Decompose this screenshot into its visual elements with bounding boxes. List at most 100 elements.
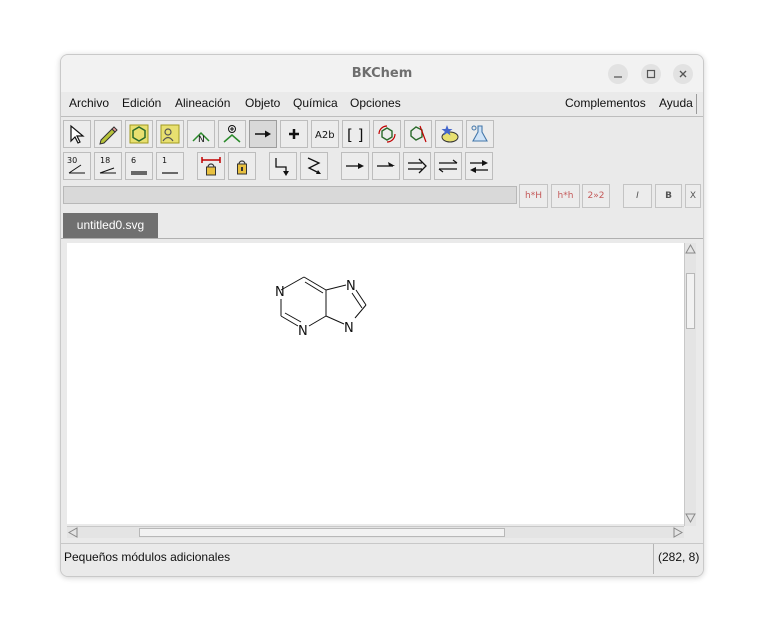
minimize-icon: [614, 76, 622, 78]
lock-width-icon: [201, 157, 221, 176]
menu-archivo[interactable]: Archivo: [69, 96, 109, 110]
bond: [308, 315, 327, 327]
mode-misc-button[interactable]: [466, 120, 494, 148]
menu-objeto[interactable]: Objeto: [245, 96, 280, 110]
mode-mark-button[interactable]: [435, 120, 463, 148]
bond-6-icon: 6: [131, 156, 147, 175]
atom-label: N: [344, 321, 354, 336]
format-hh-button[interactable]: h*h: [551, 184, 580, 208]
bond: [325, 284, 347, 291]
format-22-button[interactable]: 2»2: [582, 184, 610, 208]
bond-6-button[interactable]: 6: [125, 152, 153, 180]
wavy-icon: [307, 157, 321, 174]
status-message: Pequeños módulos adicionales: [64, 550, 231, 564]
rotate-ring-icon: [378, 125, 396, 143]
bond: [351, 292, 363, 309]
mode-bracket-button[interactable]: [ ]: [342, 120, 370, 148]
mirror-icon: [410, 125, 427, 143]
mode-arrow-button[interactable]: [249, 120, 277, 148]
equilibrium-full-button[interactable]: [465, 152, 493, 180]
mode-draw-button[interactable]: [94, 120, 122, 148]
equilibrium-button[interactable]: [434, 152, 462, 180]
horizontal-scroll-thumb[interactable]: [139, 528, 505, 537]
angle-step-button[interactable]: [269, 152, 297, 180]
status-bar: Pequeños módulos adicionales (282, 8): [61, 543, 703, 576]
wavy-button[interactable]: [300, 152, 328, 180]
bkchem-window: BKChem Archivo Edición Alineación Objeto…: [60, 54, 704, 577]
mode-atom-button[interactable]: N: [187, 120, 215, 148]
angle-30-button[interactable]: 30: [63, 152, 91, 180]
mode-template-button[interactable]: [125, 120, 153, 148]
minimize-button[interactable]: [608, 64, 628, 84]
menu-ayuda[interactable]: Ayuda: [659, 96, 693, 110]
angle-18-button[interactable]: 18: [94, 152, 122, 180]
drawing-canvas[interactable]: N N N N: [67, 243, 684, 524]
menu-separator: [696, 94, 697, 114]
menu-complementos[interactable]: Complementos: [565, 96, 646, 110]
arrow-half-button[interactable]: [372, 152, 400, 180]
equilibrium-full-icon: [470, 160, 488, 173]
mode-select-button[interactable]: [63, 120, 91, 148]
clear-format-button[interactable]: X: [685, 184, 701, 208]
brackets-icon: [ ]: [347, 126, 363, 144]
select-arrow-icon: [70, 124, 85, 144]
mode-plus-button[interactable]: [280, 120, 308, 148]
plus-icon: [289, 129, 299, 139]
lock-button[interactable]: [228, 152, 256, 180]
arrow-double-icon: [408, 158, 427, 174]
atom-label: N: [346, 279, 356, 294]
maximize-button[interactable]: [641, 64, 661, 84]
menu-opciones[interactable]: Opciones: [350, 96, 401, 110]
title-bar[interactable]: BKChem: [61, 55, 703, 93]
bond: [304, 281, 324, 294]
flask-icon: [471, 125, 488, 142]
svg-text:1: 1: [162, 156, 167, 165]
horizontal-scrollbar[interactable]: [67, 526, 684, 538]
arrow-double-button[interactable]: [403, 152, 431, 180]
tab-divider: [61, 238, 703, 239]
mode-charge-button[interactable]: [218, 120, 246, 148]
menu-quimica[interactable]: Química: [293, 96, 338, 110]
equilibrium-icon: [438, 159, 458, 173]
text-A2b-icon: A2b: [315, 130, 335, 141]
svg-text:N: N: [198, 135, 205, 145]
close-button[interactable]: [673, 64, 693, 84]
coordinates-box: (282, 8): [653, 544, 703, 574]
vertical-scroll-thumb[interactable]: [686, 273, 695, 329]
text-entry-strip[interactable]: [63, 186, 517, 204]
atom-label: N: [298, 324, 308, 339]
mode-user-template-button[interactable]: [156, 120, 184, 148]
atom-N-icon: N: [192, 131, 210, 145]
menu-edicion[interactable]: Edición: [122, 96, 161, 110]
lock-icon: [237, 160, 247, 175]
user-template-icon: [160, 124, 180, 144]
bond: [280, 315, 299, 327]
bond-1-icon: 1: [162, 156, 178, 174]
italic-button[interactable]: I: [623, 184, 652, 208]
cursor-coordinates: (282, 8): [658, 550, 700, 564]
angle-30-icon: 30: [67, 156, 85, 174]
bold-button[interactable]: B: [655, 184, 682, 208]
mode-text-button[interactable]: A2b: [311, 120, 339, 148]
vertical-scrollbar[interactable]: [684, 243, 696, 526]
mark-star-icon: [441, 125, 459, 143]
mode-rotate-button[interactable]: [373, 120, 401, 148]
mode-mirror-button[interactable]: [404, 120, 432, 148]
close-icon: [679, 70, 687, 78]
arrow-half-icon: [377, 162, 395, 167]
format-hH-button[interactable]: h*H: [519, 184, 548, 208]
svg-text:6: 6: [131, 156, 136, 165]
lock-width-button[interactable]: [197, 152, 225, 180]
menu-bar: Archivo Edición Alineación Objeto Químic…: [61, 92, 703, 117]
bond-1-button[interactable]: 1: [156, 152, 184, 180]
menu-alineacion[interactable]: Alineación: [175, 96, 230, 110]
molecule-drawing: N N N N: [275, 276, 367, 339]
atom-label: N: [275, 285, 285, 300]
angle-step-icon: [275, 158, 289, 176]
tab-untitled0[interactable]: untitled0.svg: [63, 213, 158, 238]
arrow-normal-button[interactable]: [341, 152, 369, 180]
window-title: BKChem: [351, 66, 413, 81]
svg-text:30: 30: [67, 156, 77, 165]
bond: [354, 304, 367, 319]
bond: [355, 289, 367, 306]
